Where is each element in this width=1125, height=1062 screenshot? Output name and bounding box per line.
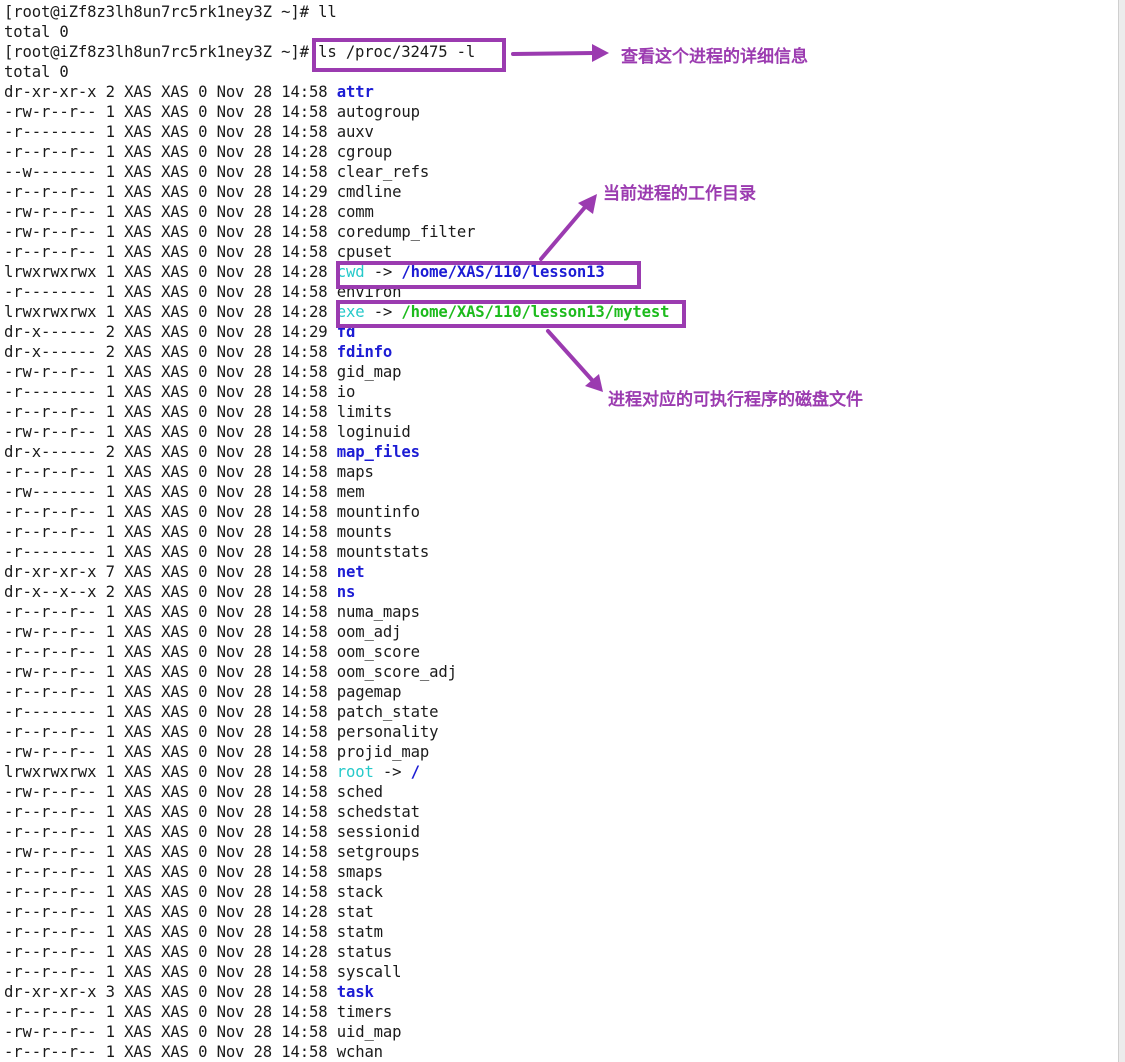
exe-arrow-icon — [546, 329, 594, 382]
exe-annotation: 进程对应的可执行程序的磁盘文件 — [608, 390, 863, 410]
cwd-annotation: 当前进程的工作目录 — [603, 184, 756, 204]
command-arrowhead-icon — [592, 44, 609, 62]
command-arrow-icon — [511, 51, 596, 56]
annotation-arrows — [511, 44, 609, 392]
cwd-arrow-icon — [539, 204, 588, 261]
command-annotation: 查看这个进程的详细信息 — [621, 47, 808, 67]
